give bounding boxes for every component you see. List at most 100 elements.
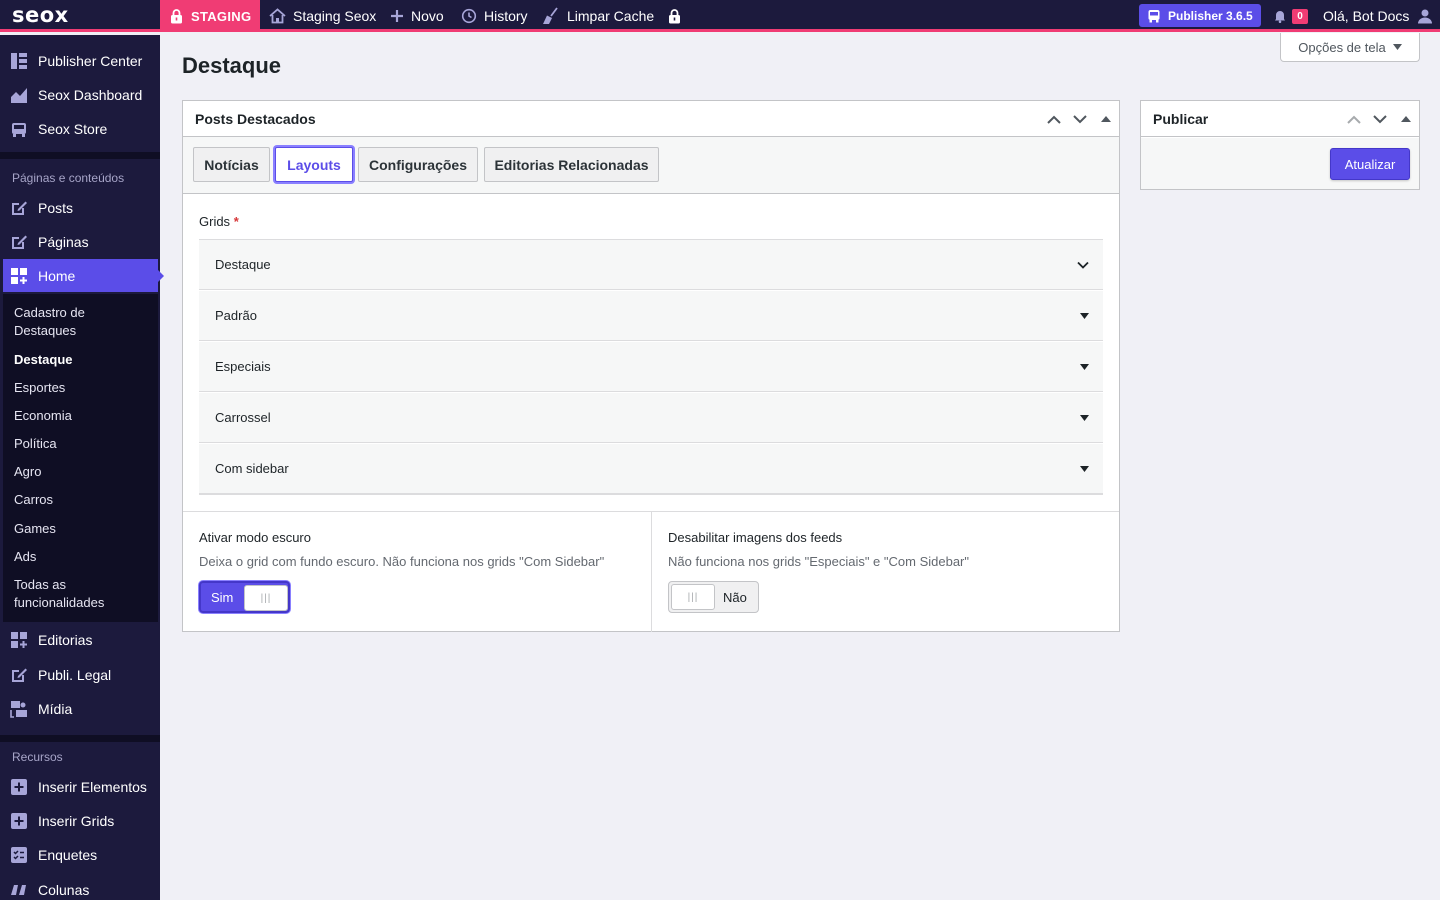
account-menu[interactable]: Olá, Bot Docs [1323, 0, 1433, 32]
plus-square-icon [10, 778, 28, 796]
area-chart-icon [10, 86, 28, 104]
box-controls [1041, 101, 1119, 137]
home-submenu: Cadastro de Destaques Destaque Esportes … [3, 294, 158, 622]
history-menu[interactable]: History [461, 0, 528, 32]
caret-down-icon [1080, 313, 1089, 319]
sidebar-item-inserir-grids[interactable]: Inserir Grids [0, 804, 160, 838]
lock-menu[interactable] [668, 0, 688, 32]
staging-badge[interactable]: STAGING [160, 0, 260, 32]
grid-row-com-sidebar[interactable]: Com sidebar [199, 444, 1103, 494]
sidebar-item-pages[interactable]: Páginas [0, 225, 160, 259]
chevron-down-icon [1373, 114, 1387, 123]
expand-toggle[interactable] [1080, 291, 1089, 341]
sidebar-item-seox-store[interactable]: Seox Store [0, 112, 160, 146]
toggle-panel-button[interactable] [1393, 116, 1419, 122]
submenu-item-ads[interactable]: Ads [14, 548, 36, 566]
screen-options-button[interactable]: Opções de tela [1280, 33, 1420, 62]
staging-label: STAGING [191, 8, 252, 24]
notification-count: 0 [1292, 9, 1308, 24]
sidebar-item-label: Mídia [38, 701, 73, 717]
sidebar-item-enquetes[interactable]: Enquetes [0, 838, 160, 872]
bell-icon [1275, 11, 1285, 23]
padlock-icon [669, 8, 680, 23]
site-link[interactable]: Staging Seox [269, 0, 376, 32]
grid-row-carrossel[interactable]: Carrossel [199, 393, 1103, 443]
sidebar-item-editorias[interactable]: Editorias [0, 623, 160, 657]
sidebar-item-label: Publi. Legal [38, 667, 112, 683]
clear-cache-button[interactable]: Limpar Cache [542, 0, 654, 32]
posts-destacados-box: Posts Destacados Notícias Layouts Config… [182, 100, 1120, 632]
setting-title: Desabilitar imagens dos feeds [668, 530, 843, 545]
submenu-item-todas-funcionalidades[interactable]: Todas as funcionalidades [14, 576, 124, 612]
poll-icon [10, 846, 28, 864]
caret-up-icon [1101, 116, 1111, 122]
sidebar-item-home[interactable]: Home [3, 259, 164, 292]
media-icon [10, 700, 28, 718]
history-label: History [484, 8, 528, 24]
sidebar-item-publisher-center[interactable]: Publisher Center [0, 44, 160, 78]
tabs-bar: Notícias Layouts Configurações Editorias… [183, 137, 1119, 194]
move-down-button[interactable] [1067, 114, 1093, 124]
sidebar-item-label: Enquetes [38, 847, 98, 863]
sidebar-item-colunas[interactable]: Colunas [0, 873, 160, 900]
version-label: Publisher 3.6.5 [1168, 8, 1253, 23]
grids-field-label: Grids * [199, 214, 239, 229]
required-mark: * [233, 214, 239, 229]
sidebar-item-posts[interactable]: Posts [0, 191, 160, 225]
move-down-button[interactable] [1367, 114, 1393, 124]
dark-mode-toggle[interactable]: Sim ||| [199, 581, 290, 613]
expand-toggle[interactable] [1080, 444, 1089, 494]
submenu-item-economia[interactable]: Economia [14, 407, 72, 425]
submenu-item-games[interactable]: Games [14, 520, 56, 538]
box-header: Posts Destacados [183, 101, 1119, 137]
sidebar-item-midia[interactable]: Mídia [0, 692, 160, 726]
sidebar-item-seox-dashboard[interactable]: Seox Dashboard [0, 78, 160, 112]
setting-description: Não funciona nos grids "Especiais" e "Co… [668, 554, 969, 569]
submenu-item-cadastro[interactable]: Cadastro de Destaques [14, 304, 134, 340]
sidebar-item-inserir-elementos[interactable]: Inserir Elementos [0, 770, 160, 804]
seox-logo[interactable]: seox [12, 4, 69, 26]
publisher-version-badge[interactable]: Publisher 3.6.5 [1139, 4, 1261, 27]
grid-row-especiais[interactable]: Especiais [199, 342, 1103, 392]
grids-label-text: Grids [199, 214, 231, 229]
grids-accordion: Destaque Padrão Especiais Carrossel Com … [199, 239, 1103, 495]
chevron-down-icon [1073, 114, 1087, 123]
expand-toggle[interactable] [1080, 342, 1089, 392]
submenu-item-esportes[interactable]: Esportes [14, 379, 65, 397]
toggle-knob[interactable]: ||| [671, 584, 715, 610]
grid-row-destaque[interactable]: Destaque [199, 240, 1103, 290]
sidebar-item-publi-legal[interactable]: Publi. Legal [0, 658, 160, 692]
toggle-knob[interactable]: ||| [244, 585, 288, 611]
submenu-item-destaque[interactable]: Destaque [14, 351, 73, 369]
expand-toggle[interactable] [1077, 240, 1089, 290]
tab-configuracoes[interactable]: Configurações [358, 147, 478, 182]
dashboard-grid-icon [10, 52, 28, 70]
new-label: Novo [411, 8, 444, 24]
tab-noticias[interactable]: Notícias [193, 147, 270, 182]
tab-editorias-relacionadas[interactable]: Editorias Relacionadas [484, 147, 659, 182]
caret-up-icon [1401, 116, 1411, 122]
publish-box: Publicar Atualizar [1140, 100, 1420, 190]
new-content-menu[interactable]: Novo [390, 0, 444, 32]
widgets-icon [10, 631, 28, 649]
grid-row-padrao[interactable]: Padrão [199, 291, 1103, 341]
caret-down-icon [1080, 364, 1089, 370]
move-up-button[interactable] [1341, 115, 1367, 124]
tab-layouts[interactable]: Layouts [275, 147, 353, 182]
dark-mode-setting: Ativar modo escuro Deixa o grid com fund… [183, 512, 652, 632]
store-icon [10, 120, 28, 138]
widgets-icon [10, 267, 28, 285]
user-icon [1418, 9, 1433, 24]
submenu-item-carros[interactable]: Carros [14, 491, 53, 509]
expand-toggle[interactable] [1080, 393, 1089, 443]
update-button[interactable]: Atualizar [1330, 148, 1410, 180]
submenu-item-agro[interactable]: Agro [14, 463, 41, 481]
toggle-panel-button[interactable] [1093, 116, 1119, 122]
move-up-button[interactable] [1041, 115, 1067, 124]
box-controls [1341, 101, 1419, 137]
sidebar-item-label: Inserir Elementos [38, 779, 147, 795]
submenu-item-politica[interactable]: Política [14, 435, 57, 453]
disable-images-toggle[interactable]: ||| Não [668, 581, 759, 613]
notifications-button[interactable] [1274, 0, 1293, 32]
sidebar-item-label: Home [38, 267, 76, 284]
